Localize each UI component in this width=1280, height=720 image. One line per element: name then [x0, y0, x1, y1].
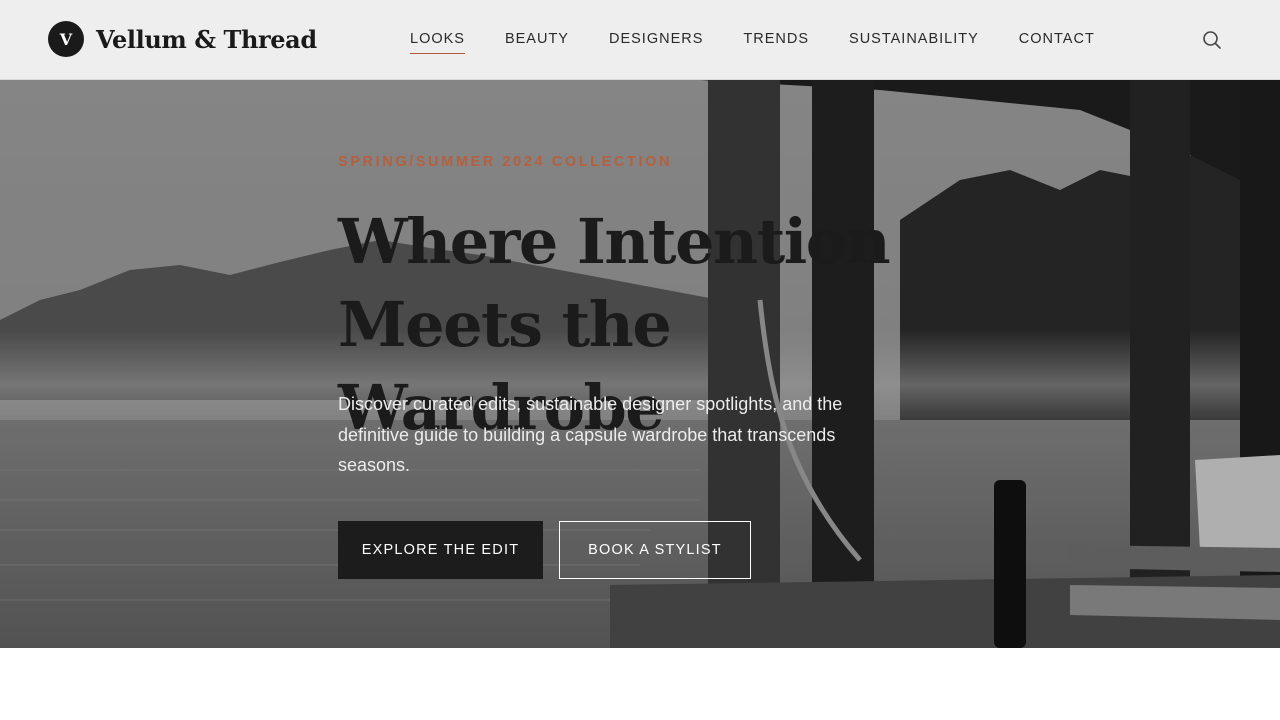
search-icon[interactable] [1201, 29, 1223, 51]
site-header: V Vellum & Thread LOOKS BEAUTY DESIGNERS… [0, 0, 1280, 80]
nav-item-looks[interactable]: LOOKS [410, 31, 465, 54]
nav-item-trends[interactable]: TRENDS [743, 31, 809, 54]
brand-name: Vellum & Thread [96, 24, 317, 54]
hero-subtext: Discover curated edits, sustainable desi… [338, 394, 843, 475]
nav-item-contact[interactable]: CONTACT [1019, 31, 1095, 54]
nav-item-beauty[interactable]: BEAUTY [505, 31, 569, 54]
nav-item-sustainability[interactable]: SUSTAINABILITY [849, 31, 979, 54]
hero-eyebrow: SPRING/SUMMER 2024 COLLECTION [338, 154, 673, 170]
brand-logo[interactable]: V Vellum & Thread [48, 21, 317, 57]
nav-item-designers[interactable]: DESIGNERS [609, 31, 703, 54]
explore-the-edit-button[interactable]: EXPLORE THE EDIT [338, 521, 543, 579]
book-a-stylist-button[interactable]: BOOK A STYLIST [559, 521, 751, 579]
hero-headline-line1: Where Intention [338, 205, 891, 278]
main-nav: LOOKS BEAUTY DESIGNERS TRENDS SUSTAINABI… [410, 31, 1135, 54]
logo-mark: V [48, 21, 84, 57]
